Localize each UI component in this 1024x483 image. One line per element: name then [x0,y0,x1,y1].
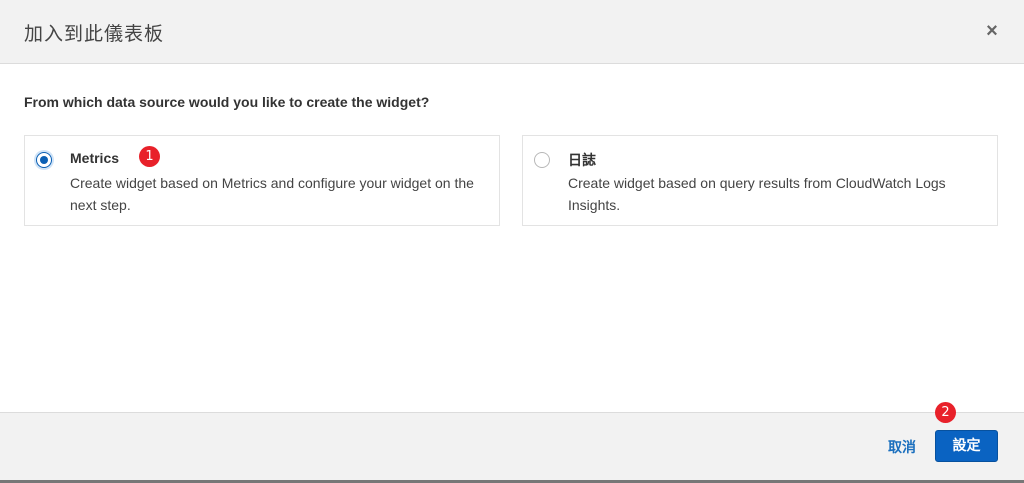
confirm-button[interactable]: 設定 [935,430,998,462]
option-logs-title: 日誌 [568,152,596,168]
option-metrics[interactable]: Metrics Create widget based on Metrics a… [24,135,500,226]
dialog-header: 加入到此儀表板 × [0,0,1024,64]
add-widget-dialog: 加入到此儀表板 × From which data source would y… [0,0,1024,483]
dialog-title: 加入到此儀表板 [24,23,165,45]
step-badge-1: 1 [139,146,160,167]
close-icon[interactable]: × [982,19,1002,43]
option-logs[interactable]: 日誌 Create widget based on query results … [522,135,998,226]
step-badge-2: 2 [935,402,956,423]
option-logs-description: Create widget based on query results fro… [568,175,946,213]
option-metrics-description: Create widget based on Metrics and confi… [70,175,474,213]
radio-logs[interactable] [534,152,550,168]
cancel-button[interactable]: 取消 [880,437,924,457]
option-metrics-title: Metrics [70,150,120,166]
dialog-footer: 取消 設定 [0,412,1024,483]
data-source-question: From which data source would you like to… [24,94,430,110]
radio-metrics[interactable] [36,152,52,168]
